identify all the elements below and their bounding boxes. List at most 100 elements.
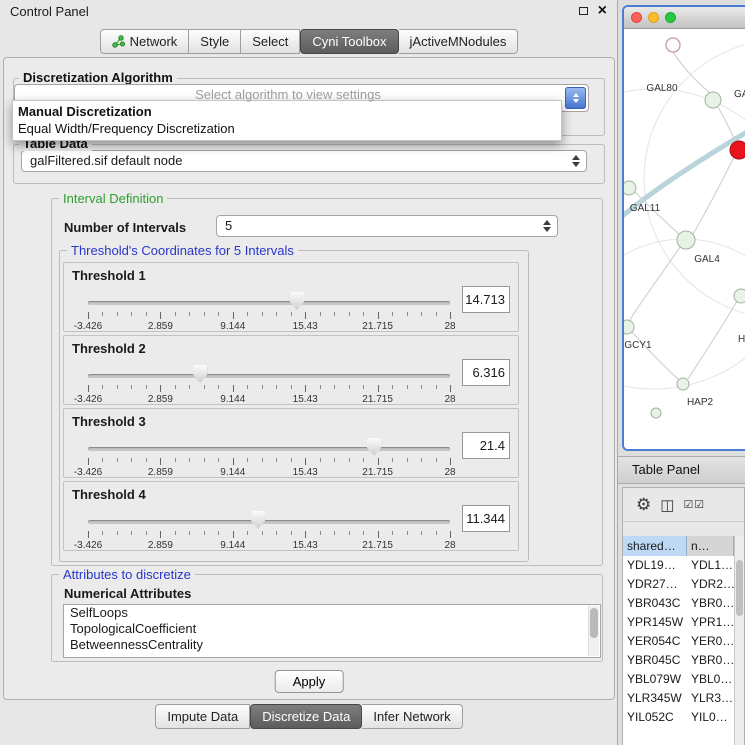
tick-mark — [88, 531, 89, 538]
tick-mark — [320, 458, 321, 462]
list-scrollbar-thumb[interactable] — [590, 608, 598, 638]
attribute-list-item[interactable]: BetweennessCentrality — [64, 637, 600, 653]
select-checkboxes-icon[interactable]: ☑☑ — [683, 498, 705, 511]
tab-label: Style — [200, 34, 229, 49]
tick-mark — [305, 385, 306, 392]
tab-discretize-data[interactable]: Discretize Data — [250, 704, 362, 729]
table-row[interactable]: YER054CYER0… — [623, 632, 734, 651]
attribute-list-item[interactable]: TopologicalCoefficient — [64, 621, 600, 637]
network-node[interactable] — [677, 378, 689, 390]
threshold-4-slider[interactable]: -3.4262.8599.14415.4321.71528 — [88, 508, 450, 550]
slider-tick-labels: -3.4262.8599.14415.4321.71528 — [88, 321, 450, 332]
combo-stepper-icon[interactable] — [565, 87, 586, 109]
tick-mark — [276, 458, 277, 462]
threshold-4-value-field[interactable]: 11.344 — [462, 505, 510, 532]
slider-thumb[interactable] — [251, 511, 265, 529]
apply-button[interactable]: Apply — [275, 670, 344, 693]
attribute-list-item[interactable]: SelfLoops — [64, 605, 600, 621]
tick-mark — [421, 385, 422, 389]
threshold-2-value-field[interactable]: 6.316 — [462, 359, 510, 386]
tick-mark — [262, 312, 263, 316]
menu-item-equal-width-frequency[interactable]: Equal Width/Frequency Discretization — [13, 120, 561, 137]
table-row[interactable]: YBL079WYBL0… — [623, 670, 734, 689]
tick-label: 21.715 — [362, 321, 393, 332]
arrow-down-icon — [572, 162, 580, 167]
tab-label: Cyni Toolbox — [312, 34, 386, 49]
close-icon[interactable]: × — [598, 3, 607, 19]
table-row[interactable]: YDL19…YDL1… — [623, 556, 734, 575]
table-row[interactable]: YPR145WYPR1… — [623, 613, 734, 632]
column-header-shared-name[interactable]: shared… — [623, 536, 687, 556]
network-node[interactable] — [624, 320, 634, 334]
tick-mark — [88, 458, 89, 465]
gear-icon[interactable]: ⚙ — [636, 495, 651, 515]
slider-track — [88, 301, 450, 305]
tick-label: 2.859 — [148, 394, 173, 405]
network-node[interactable] — [677, 231, 695, 249]
network-node[interactable] — [651, 408, 661, 418]
table-data-combobox[interactable]: galFiltered.sif default node — [21, 150, 587, 172]
tab-infer-network[interactable]: Infer Network — [362, 704, 462, 729]
column-header-name[interactable]: n… — [687, 536, 734, 556]
network-node[interactable] — [624, 181, 636, 195]
slider-thumb[interactable] — [193, 365, 207, 383]
table-row[interactable]: YLR345WYLR3… — [623, 689, 734, 708]
network-node[interactable] — [666, 38, 680, 52]
combo-stepper-icon[interactable] — [572, 155, 580, 167]
tick-mark — [276, 312, 277, 316]
table-scrollbar[interactable] — [734, 536, 744, 745]
tick-mark — [421, 312, 422, 316]
tick-mark — [218, 531, 219, 535]
numerical-attributes-label: Numerical Attributes — [64, 586, 191, 601]
number-of-intervals-combobox[interactable]: 5 — [216, 215, 558, 237]
tick-mark — [117, 385, 118, 389]
network-canvas-svg[interactable]: GAL80GAGAL11GAL4GCY1HAP2H — [624, 29, 745, 449]
tab-label: Impute Data — [167, 709, 238, 724]
table-cell: YDR2… — [687, 575, 734, 594]
table-row[interactable]: YBR045CYBR0… — [623, 651, 734, 670]
columns-icon[interactable]: ◫ — [660, 496, 674, 514]
tab-cyni-toolbox[interactable]: Cyni Toolbox — [300, 29, 398, 54]
network-view-window: GAL80GAGAL11GAL4GCY1HAP2H — [622, 5, 745, 451]
tick-label: 15.43 — [293, 321, 318, 332]
tab-network[interactable]: Network — [100, 29, 190, 54]
zoom-traffic-light-icon[interactable] — [665, 12, 676, 23]
threshold-3-slider[interactable]: -3.4262.8599.14415.4321.71528 — [88, 435, 450, 477]
tab-jactivemnodules[interactable]: jActiveMNodules — [399, 29, 519, 54]
network-node[interactable] — [734, 289, 745, 303]
threshold-1-value-field[interactable]: 14.713 — [462, 286, 510, 313]
table-toolbar: ⚙ ◫ ☑☑ — [623, 488, 744, 522]
network-node[interactable] — [705, 92, 721, 108]
tick-label: -3.426 — [74, 394, 102, 405]
slider-thumb[interactable] — [367, 438, 381, 456]
menu-item-manual-discretization[interactable]: Manual Discretization — [13, 103, 561, 120]
tick-mark — [407, 458, 408, 462]
threshold-3-value-field[interactable]: 21.4 — [462, 432, 510, 459]
network-canvas[interactable]: GAL80GAGAL11GAL4GCY1HAP2H — [624, 29, 745, 449]
combo-stepper-icon[interactable] — [543, 220, 551, 232]
list-scrollbar[interactable] — [588, 606, 599, 656]
tab-select[interactable]: Select — [241, 29, 300, 54]
slider-thumb[interactable] — [290, 292, 304, 310]
close-traffic-light-icon[interactable] — [631, 12, 642, 23]
network-node[interactable] — [730, 141, 745, 159]
tick-mark — [160, 531, 161, 538]
tick-mark — [233, 312, 234, 319]
control-panel: Control Panel × Network Style Select Cyn… — [0, 0, 618, 745]
tick-mark — [363, 312, 364, 316]
float-window-icon[interactable] — [579, 7, 588, 15]
table-row[interactable]: YDR27…YDR2… — [623, 575, 734, 594]
table-row[interactable]: YIL052CYIL0… — [623, 708, 734, 727]
table-row[interactable]: YBR043CYBR0… — [623, 594, 734, 613]
tab-style[interactable]: Style — [189, 29, 241, 54]
table-cell: YLR3… — [687, 689, 734, 708]
slider-ticks — [88, 385, 450, 393]
top-tab-bar: Network Style Select Cyni Toolbox jActiv… — [0, 29, 618, 54]
tab-impute-data[interactable]: Impute Data — [155, 704, 250, 729]
tick-mark — [378, 385, 379, 392]
threshold-1-slider[interactable]: -3.4262.8599.14415.4321.71528 — [88, 289, 450, 331]
minimize-traffic-light-icon[interactable] — [648, 12, 659, 23]
threshold-2-slider[interactable]: -3.4262.8599.14415.4321.71528 — [88, 362, 450, 404]
tick-mark — [320, 531, 321, 535]
table-scrollbar-thumb[interactable] — [736, 560, 743, 616]
